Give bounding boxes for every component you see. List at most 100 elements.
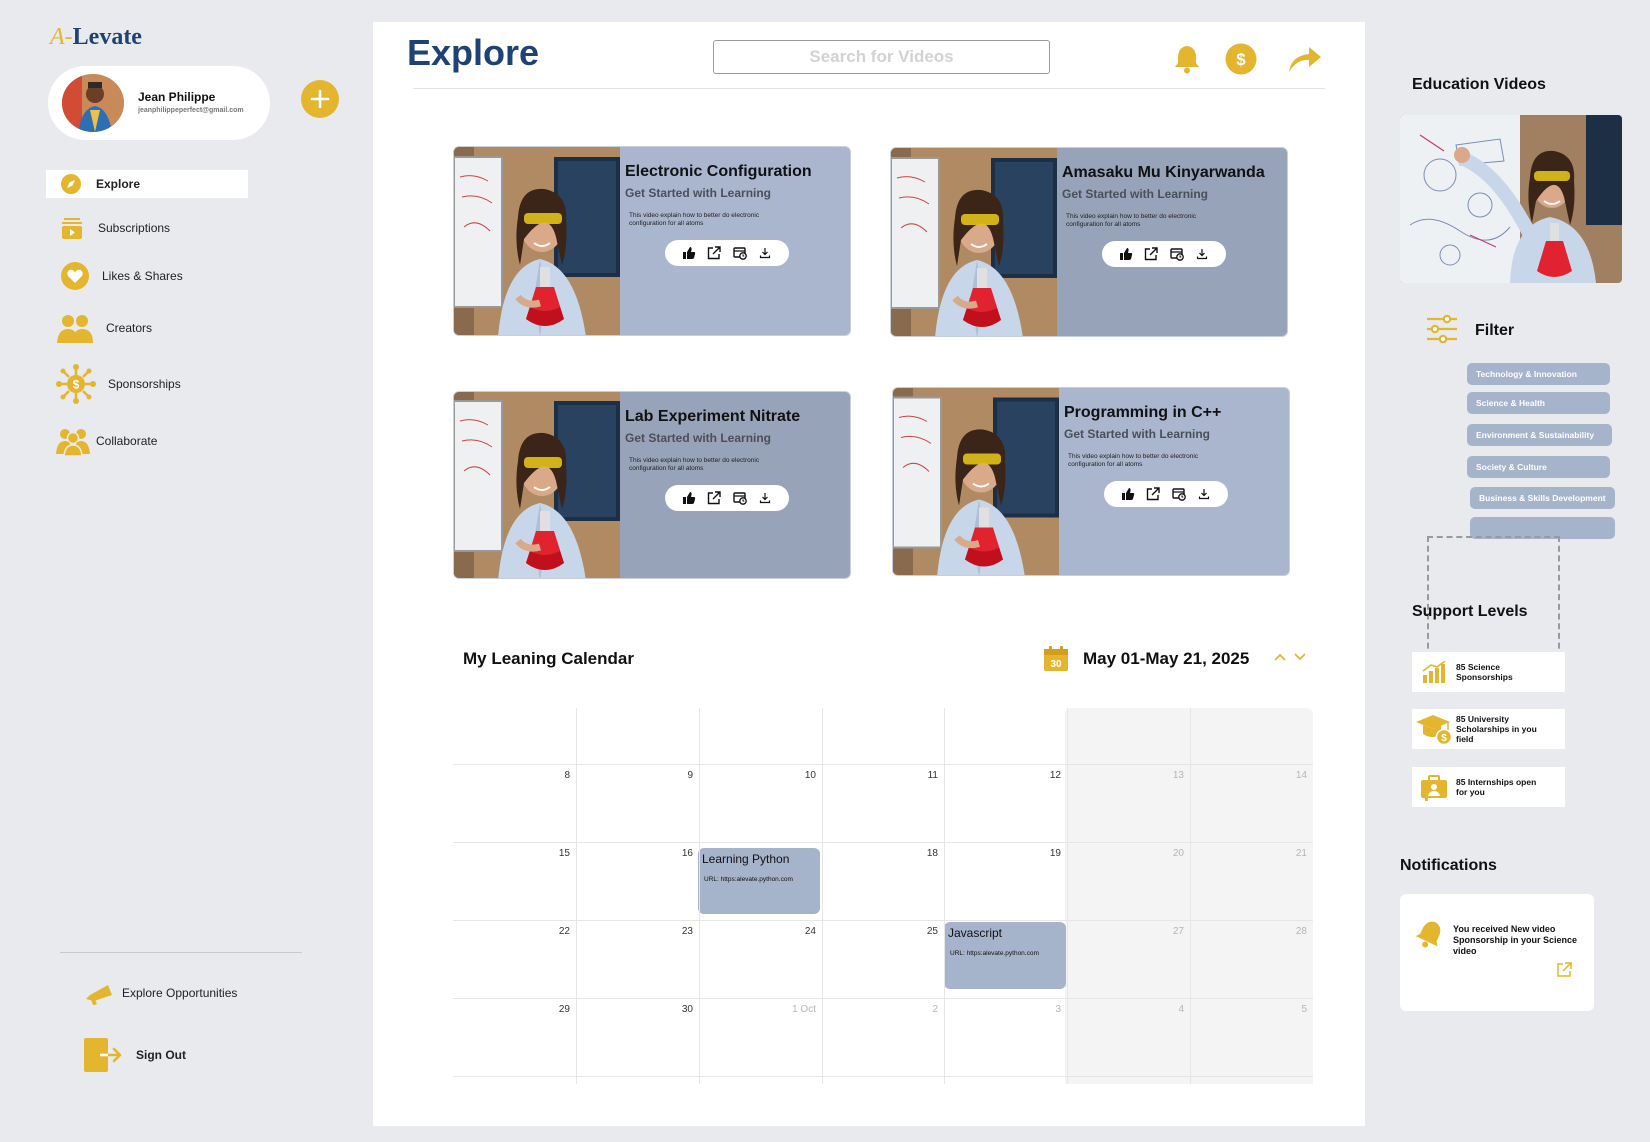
graduation-cap-icon: $ xyxy=(1412,713,1456,745)
calendar-event[interactable]: Learning Python URL: https:alevate.pytho… xyxy=(698,848,820,914)
sign-out-button[interactable]: Sign Out xyxy=(84,1038,186,1072)
calendar-day[interactable]: 3 xyxy=(1031,1004,1061,1015)
video-thumbnail[interactable] xyxy=(893,388,1059,575)
video-card[interactable]: Electronic Configuration Get Started wit… xyxy=(453,146,851,336)
watch-later-icon[interactable] xyxy=(731,489,749,507)
like-icon[interactable] xyxy=(1119,485,1137,503)
sign-out-label: Sign Out xyxy=(136,1048,186,1062)
video-card[interactable]: Programming in C++ Get Started with Lear… xyxy=(892,387,1290,576)
svg-text:$: $ xyxy=(1441,733,1447,744)
external-link-icon[interactable] xyxy=(1555,961,1573,984)
calendar-event[interactable]: Javascript URL: https:alevate.python.com xyxy=(944,922,1066,989)
notifications-title: Notifications xyxy=(1400,857,1497,874)
filter-chip[interactable]: Environment & Sustainability xyxy=(1467,424,1612,446)
calendar-day[interactable]: 19 xyxy=(1031,848,1061,859)
like-icon[interactable] xyxy=(680,244,698,262)
calendar-day[interactable]: 5 xyxy=(1277,1004,1307,1015)
watch-later-icon[interactable] xyxy=(1170,485,1188,503)
calendar-day[interactable]: 13 xyxy=(1154,770,1184,781)
calendar-day[interactable]: 11 xyxy=(908,770,938,781)
calendar-day[interactable]: 15 xyxy=(540,848,570,859)
watch-later-icon[interactable] xyxy=(1168,245,1186,263)
sidebar-item-label: Likes & Shares xyxy=(102,269,183,283)
open-external-icon[interactable] xyxy=(1144,485,1162,503)
calendar-day[interactable]: 18 xyxy=(908,848,938,859)
watch-later-icon[interactable] xyxy=(731,244,749,262)
calendar-day[interactable]: 1 Oct xyxy=(786,1004,816,1015)
video-thumbnail[interactable] xyxy=(891,148,1057,336)
sidebar-item-explore[interactable]: Explore xyxy=(46,170,248,198)
calendar-day[interactable]: 8 xyxy=(540,770,570,781)
filter-chip[interactable]: Science & Health xyxy=(1467,392,1610,414)
sidebar-item-likes-shares[interactable]: Likes & Shares xyxy=(60,261,183,291)
calendar-day[interactable]: 23 xyxy=(663,926,693,937)
calendar-day[interactable]: 24 xyxy=(786,926,816,937)
calendar-day[interactable]: 10 xyxy=(786,770,816,781)
explore-opportunities-link[interactable]: Explore Opportunities xyxy=(84,981,237,1005)
download-icon[interactable] xyxy=(1195,485,1213,503)
sidebar-item-subscriptions[interactable]: Subscriptions xyxy=(58,214,170,242)
calendar-day[interactable]: 2 xyxy=(908,1004,938,1015)
sidebar-item-collaborate[interactable]: Collaborate xyxy=(56,426,157,456)
sidebar-item-creators[interactable]: Creators xyxy=(56,312,152,344)
notification-card[interactable]: You received New video Sponsorship in yo… xyxy=(1400,894,1594,1011)
chevron-up-icon[interactable] xyxy=(1273,649,1287,667)
download-icon[interactable] xyxy=(756,489,774,507)
open-external-icon[interactable] xyxy=(705,244,723,262)
event-url: URL: https:alevate.python.com xyxy=(704,876,793,883)
video-title: Amasaku Mu Kinyarwanda xyxy=(1062,164,1265,181)
education-videos-title: Education Videos xyxy=(1412,76,1546,93)
calendar-day[interactable]: 25 xyxy=(908,926,938,937)
download-icon[interactable] xyxy=(756,244,774,262)
add-button[interactable] xyxy=(301,80,339,118)
calendar-day[interactable]: 22 xyxy=(540,926,570,937)
open-external-icon[interactable] xyxy=(705,489,723,507)
download-icon[interactable] xyxy=(1193,245,1211,263)
calendar-day[interactable]: 27 xyxy=(1154,926,1184,937)
profile-card[interactable]: Jean Philippe jeanphilippeperfect@gmail.… xyxy=(48,66,270,140)
svg-text:$: $ xyxy=(1236,50,1246,69)
calendar-day[interactable]: 28 xyxy=(1277,926,1307,937)
main-panel: Explore $ Electronic Configuration Get S… xyxy=(373,22,1365,1126)
sidebar-divider xyxy=(60,952,302,953)
filter-icon[interactable] xyxy=(1425,314,1459,349)
calendar-day[interactable]: 16 xyxy=(663,848,693,859)
notification-button[interactable] xyxy=(1170,42,1204,76)
header-divider xyxy=(413,88,1325,89)
calendar-day[interactable]: 29 xyxy=(540,1004,570,1015)
open-external-icon[interactable] xyxy=(1142,245,1160,263)
support-item[interactable]: $ 85 University Scholarships in you fiel… xyxy=(1412,709,1565,749)
calendar-day[interactable]: 30 xyxy=(663,1004,693,1015)
video-thumbnail[interactable] xyxy=(454,392,620,578)
calendar-day[interactable]: 9 xyxy=(663,770,693,781)
sign-out-icon xyxy=(84,1038,122,1072)
video-title: Electronic Configuration xyxy=(625,163,812,180)
filter-label: Filter xyxy=(1475,322,1515,339)
support-item[interactable]: 85 Internships open for you xyxy=(1412,767,1565,807)
like-icon[interactable] xyxy=(1117,245,1135,263)
explore-opportunities-label: Explore Opportunities xyxy=(122,986,238,1000)
calendar-day[interactable]: 20 xyxy=(1154,848,1184,859)
chevron-down-icon[interactable] xyxy=(1293,649,1307,667)
support-item[interactable]: 85 Science Sponsorships xyxy=(1412,652,1565,692)
calendar-day[interactable]: 4 xyxy=(1154,1004,1184,1015)
wallet-button[interactable]: $ xyxy=(1224,42,1258,76)
user-email: jeanphilippeperfect@gmail.com xyxy=(138,107,244,114)
filter-chip[interactable]: Technology & Innovation xyxy=(1467,363,1610,385)
filter-chip[interactable]: Business & Skills Development xyxy=(1470,487,1615,509)
calendar-day[interactable]: 14 xyxy=(1277,770,1307,781)
education-video-thumbnail[interactable] xyxy=(1400,115,1622,283)
sidebar-item-sponsorships[interactable]: $ Sponsorships xyxy=(56,364,181,404)
like-icon[interactable] xyxy=(680,489,698,507)
search-input[interactable] xyxy=(713,40,1050,74)
video-actions xyxy=(665,240,789,266)
calendar-icon: 30 xyxy=(1043,646,1069,677)
app-logo[interactable]: A-Levate xyxy=(50,24,142,51)
share-button[interactable] xyxy=(1285,42,1325,76)
calendar-day[interactable]: 12 xyxy=(1031,770,1061,781)
video-card[interactable]: Amasaku Mu Kinyarwanda Get Started with … xyxy=(890,147,1288,337)
video-card[interactable]: Lab Experiment Nitrate Get Started with … xyxy=(453,391,851,579)
calendar-day[interactable]: 21 xyxy=(1277,848,1307,859)
filter-chip[interactable]: Society & Culture xyxy=(1467,456,1610,478)
video-thumbnail[interactable] xyxy=(454,147,620,335)
